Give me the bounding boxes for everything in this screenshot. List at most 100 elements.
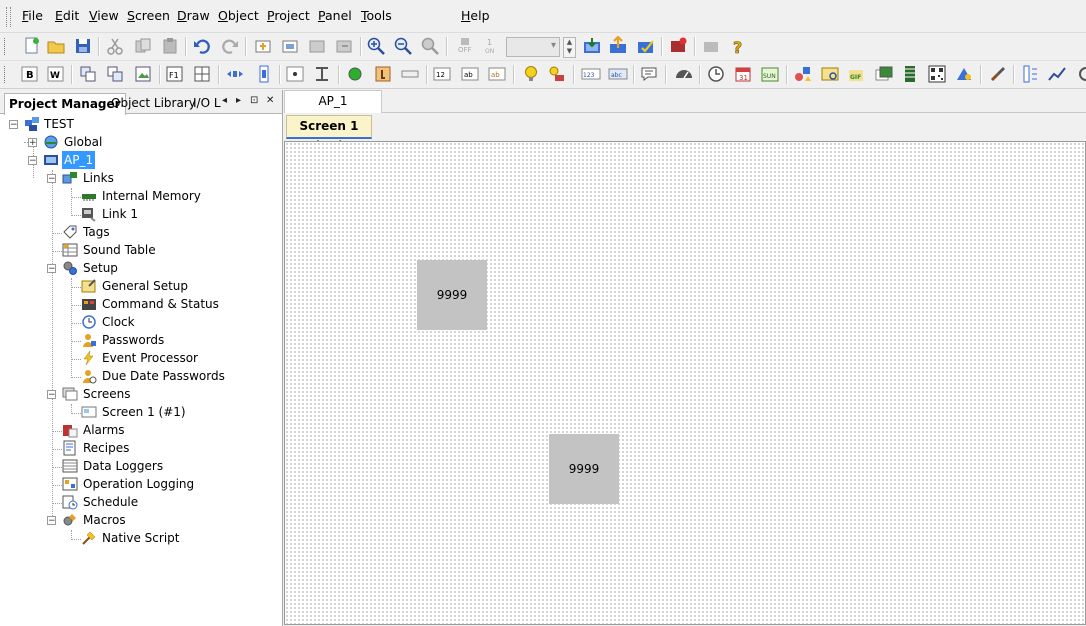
toolbar-grip[interactable] [4,66,7,83]
sound-table-icon [62,242,78,258]
svg-text:1: 1 [487,38,492,47]
upload-icon[interactable] [608,36,628,56]
simulator-icon[interactable] [668,36,688,56]
collapse-toggle[interactable]: − [9,120,18,130]
menu-screen[interactable]: Screen [127,8,170,23]
message-field-icon[interactable]: ab [487,64,507,84]
tab-object-library[interactable]: Object Library [107,93,200,113]
gif-icon[interactable]: GIF [847,64,867,84]
help-icon[interactable]: ? [728,36,748,56]
menu-tools[interactable]: Tools [361,8,392,23]
state-combo[interactable]: ▾ [506,37,560,57]
screen-delete-icon[interactable] [307,36,327,56]
picture-icon[interactable] [820,64,840,84]
cut-icon[interactable] [105,36,125,56]
point-icon[interactable] [285,64,305,84]
numeric-field[interactable]: 9999 [549,434,619,504]
touch-button-icon[interactable] [373,64,393,84]
zoom-out-icon[interactable] [393,36,413,56]
menu-panel[interactable]: Panel [318,8,352,23]
project-manager-panel: Project Manager Object Library I/O L ◂ ▸… [0,90,283,626]
clock-icon[interactable] [706,64,726,84]
open-icon[interactable] [46,36,66,56]
weekday-icon[interactable]: SUN [760,64,780,84]
close-panel-icon[interactable]: ✕ [266,95,274,106]
menu-edit[interactable]: Edit [55,8,79,23]
svg-text:ab: ab [491,71,500,79]
pin-icon[interactable]: ⊡ [250,95,258,106]
add-screen-icon[interactable] [253,36,273,56]
film-icon[interactable] [900,64,920,84]
text-field-icon[interactable]: ab [460,64,480,84]
screen-import-icon[interactable] [334,36,354,56]
message-icon[interactable] [639,64,659,84]
collapse-toggle[interactable]: − [47,174,56,184]
screen-canvas[interactable]: 9999 9999 [284,141,1086,625]
collapse-toggle[interactable]: − [47,390,56,400]
svg-text:F1: F1 [169,71,179,80]
gauge-icon[interactable] [674,64,694,84]
indicator-led-icon[interactable] [345,64,365,84]
menu-draw[interactable]: Draw [177,8,210,23]
collapse-toggle[interactable]: − [28,156,37,166]
ascii-display-icon[interactable]: abc [608,64,628,84]
function-key-icon[interactable]: F1 [165,64,185,84]
ungroup-icon[interactable] [105,64,125,84]
qr-code-icon[interactable] [927,64,947,84]
image-list-icon[interactable] [874,64,894,84]
numeric-field[interactable]: 9999 [417,260,487,330]
undo-icon[interactable] [192,36,212,56]
save-icon[interactable] [73,36,93,56]
width-icon[interactable]: W [46,64,66,84]
update-icon[interactable] [636,36,656,56]
ruler-icon[interactable] [1020,64,1040,84]
screen-properties-icon[interactable] [280,36,300,56]
grid-icon[interactable] [192,64,212,84]
menu-project[interactable]: Project [267,8,310,23]
download-icon[interactable] [582,36,602,56]
trend-icon[interactable] [1047,64,1067,84]
schedule-icon [62,494,78,510]
bold-icon[interactable]: B [20,64,40,84]
user-icon[interactable] [954,64,974,84]
expand-toggle[interactable]: + [28,138,37,148]
menubar-grip[interactable] [6,7,11,27]
zoom-in-icon[interactable] [366,36,386,56]
key-icon[interactable] [400,64,420,84]
tab-scroll-left-icon[interactable]: ◂ [222,95,227,106]
collapse-toggle[interactable]: − [47,264,56,274]
svg-text:ab: ab [464,71,473,79]
tab-screen1[interactable]: Screen 1 (#1) [286,115,372,153]
on-state-icon[interactable]: 1 ON [483,36,503,56]
calendar-icon[interactable]: 31 [733,64,753,84]
group-icon[interactable] [78,64,98,84]
redo-icon[interactable] [220,36,240,56]
menu-file[interactable]: File [22,8,43,23]
shapes-icon[interactable] [793,64,813,84]
paste-icon[interactable] [160,36,180,56]
tab-ap1[interactable]: AP_1 [284,90,382,113]
image-icon[interactable] [133,64,153,84]
lamp-icon[interactable] [521,64,541,84]
numeric-field-icon[interactable]: 12 [432,64,452,84]
panel-icon[interactable] [701,36,721,56]
new-icon[interactable] [22,36,42,56]
menu-help[interactable]: Help [461,8,490,23]
connector-icon[interactable] [312,64,332,84]
state-spinner[interactable]: ▲ ▼ [563,37,576,58]
numeric-display-icon[interactable]: 123 [581,64,601,84]
brush-icon[interactable] [988,64,1008,84]
toolbar-grip[interactable] [4,38,7,55]
copy-icon[interactable] [133,36,153,56]
tab-io-library[interactable]: I/O L [189,93,225,113]
collapse-toggle[interactable]: − [47,516,56,526]
tab-scroll-right-icon[interactable]: ▸ [236,95,241,106]
menu-view[interactable]: View [89,8,119,23]
multi-state-icon[interactable] [547,64,567,84]
zoom-fit-icon[interactable] [420,36,440,56]
off-state-icon[interactable]: OFF [456,36,476,56]
vertical-align-icon[interactable] [254,64,274,84]
menu-object[interactable]: Object [218,8,259,23]
more-icon[interactable] [1074,64,1086,84]
horizontal-align-icon[interactable] [225,64,245,84]
